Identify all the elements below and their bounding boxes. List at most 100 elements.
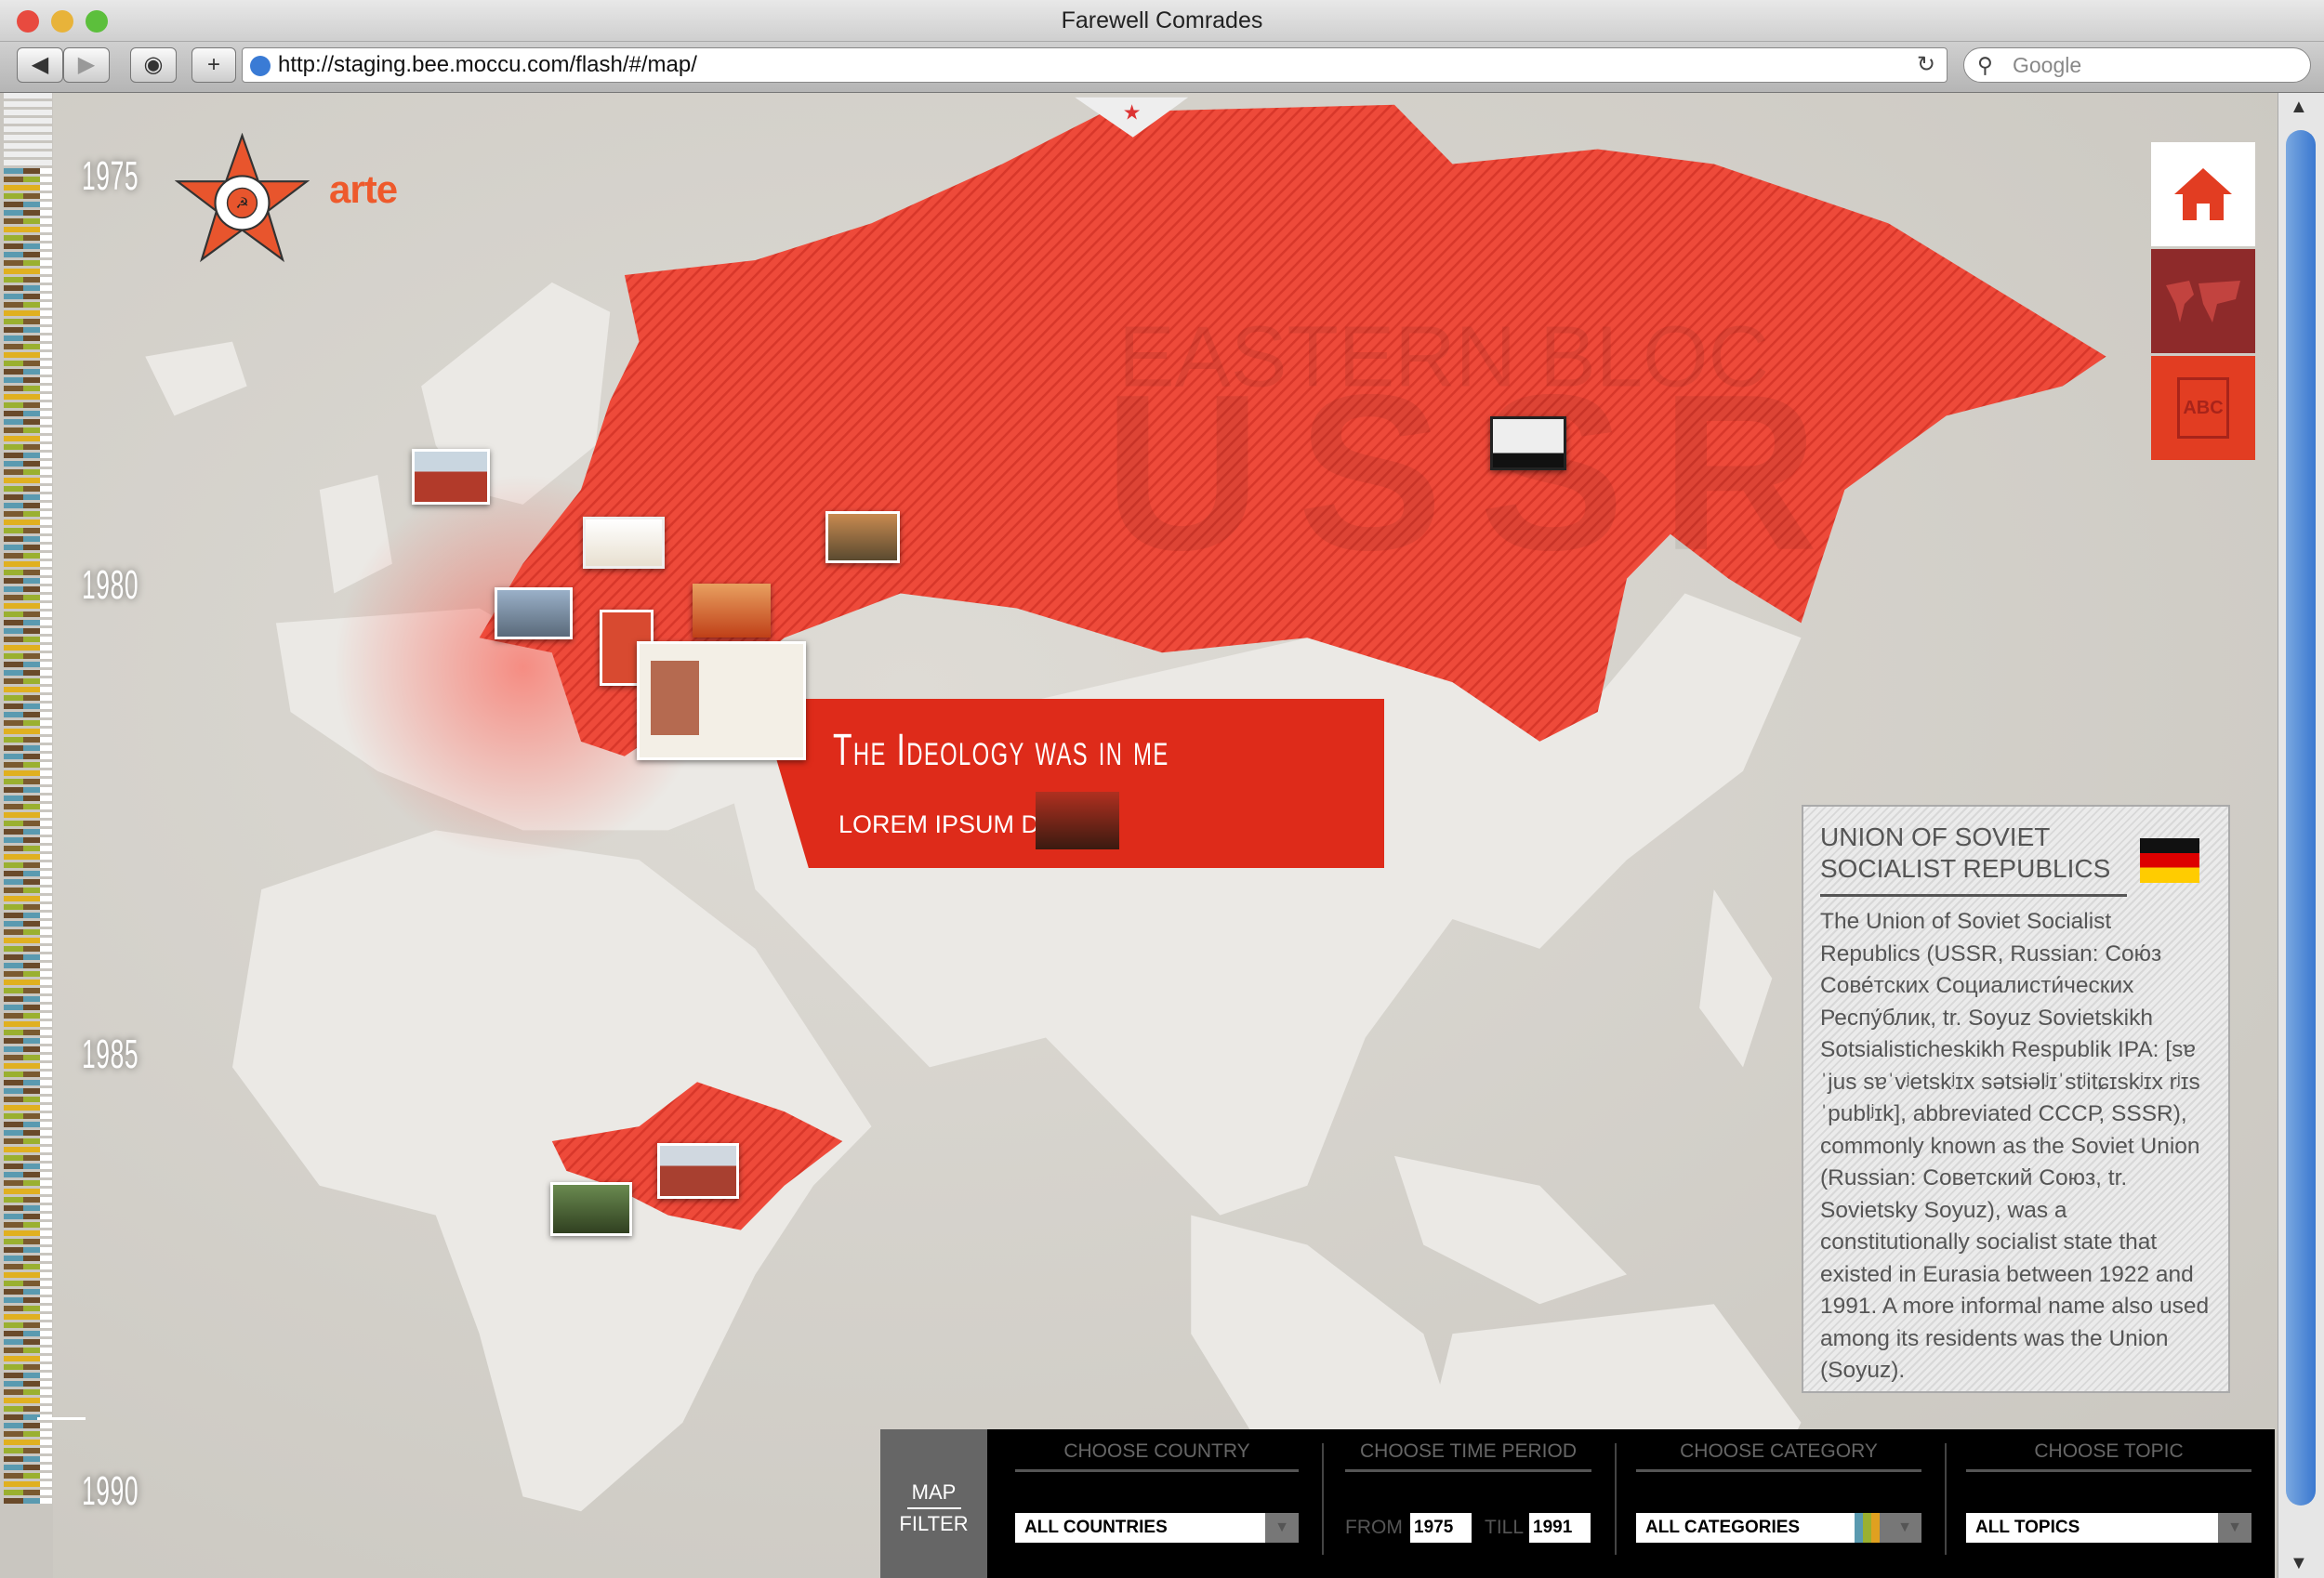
chevron-down-icon: ▼ xyxy=(2218,1513,2251,1543)
map-photo-marker[interactable] xyxy=(693,584,771,638)
timeline-entry xyxy=(4,177,52,182)
timeline-entry xyxy=(4,620,52,625)
timeline-entry xyxy=(4,561,52,567)
map-photo-marker[interactable] xyxy=(583,517,665,569)
timeline-entry xyxy=(4,427,52,433)
map-filter-tab[interactable]: MAP FILTER xyxy=(880,1429,987,1578)
search-icon: ⚲ xyxy=(1977,53,1993,77)
search-field[interactable]: ⚲ Google xyxy=(1963,47,2311,83)
timeline-entry xyxy=(4,93,52,99)
country-select[interactable]: ALL COUNTRIES ▼ xyxy=(1015,1513,1299,1543)
timeline-entry xyxy=(4,319,52,324)
featured-postcard-photo[interactable] xyxy=(637,641,806,760)
featured-story-banner[interactable]: The Ideology was in me LOREM IPSUM DOLOR xyxy=(759,699,1384,868)
timeline-entry xyxy=(4,453,52,458)
timeline-entry xyxy=(4,603,52,609)
timeline-entry xyxy=(4,1105,52,1111)
timeline-entry xyxy=(4,327,52,333)
timeline-entry xyxy=(4,829,52,835)
timeline-entry xyxy=(4,1448,52,1453)
scroll-down-arrow[interactable]: ▼ xyxy=(2290,1553,2308,1574)
timeline-entry xyxy=(4,1147,52,1152)
timeline-entry xyxy=(4,1189,52,1194)
chevron-down-icon: ▼ xyxy=(1265,1513,1299,1543)
timeline-entry xyxy=(4,1088,52,1094)
timeline-entry xyxy=(4,185,52,191)
timeline-entry xyxy=(4,461,52,467)
country-info-panel: UNION OF SOVIET SOCIALIST REPUBLICS The … xyxy=(1802,805,2230,1393)
timeline-entry xyxy=(4,411,52,416)
timeline-entry xyxy=(4,729,52,734)
topic-select-value: ALL TOPICS xyxy=(1975,1518,2080,1537)
timeline-entry xyxy=(4,1473,52,1479)
country-select-value: ALL COUNTRIES xyxy=(1024,1518,1168,1537)
timeline-entry xyxy=(4,252,52,257)
farewell-comrades-logo[interactable]: ☭ xyxy=(175,133,310,268)
map-photo-marker[interactable] xyxy=(657,1143,739,1199)
timeline-entry xyxy=(4,1180,52,1186)
back-button[interactable]: ◀ xyxy=(17,47,63,83)
timeline-entry xyxy=(4,1138,52,1144)
world-map-button[interactable] xyxy=(2151,249,2255,353)
timeline-entry xyxy=(4,854,52,860)
reload-icon[interactable]: ↻ xyxy=(1917,48,1935,82)
country-flag-icon xyxy=(2140,838,2199,883)
timeline-entry xyxy=(4,1113,52,1119)
timeline-entry xyxy=(4,235,52,241)
map-photo-marker[interactable] xyxy=(825,511,900,563)
timeline-scrubber[interactable] xyxy=(0,93,53,1578)
home-button[interactable] xyxy=(2151,142,2255,246)
from-year-input[interactable]: 1975 xyxy=(1410,1513,1472,1543)
timeline-entry xyxy=(4,553,52,559)
timeline-entry xyxy=(4,302,52,308)
timeline-entry xyxy=(4,1164,52,1169)
map-photo-marker[interactable] xyxy=(412,449,490,505)
timeline-entry xyxy=(4,101,52,107)
timeline-entry xyxy=(4,478,52,483)
timeline-entry xyxy=(4,536,52,542)
show-bookmarks-button[interactable]: ◉ xyxy=(130,47,177,83)
timeline-entry xyxy=(4,862,52,868)
till-year-input[interactable]: 1991 xyxy=(1529,1513,1591,1543)
timeline-entry xyxy=(4,745,52,751)
world-map-icon xyxy=(2166,280,2240,322)
timeline-entry xyxy=(4,444,52,450)
map-photo-marker[interactable] xyxy=(550,1182,632,1236)
timeline-entry xyxy=(4,1423,52,1428)
new-tab-button[interactable]: + xyxy=(191,47,236,83)
timeline-handle[interactable] xyxy=(37,1417,86,1420)
scroll-up-arrow[interactable]: ▲ xyxy=(2290,97,2308,118)
arte-logo[interactable]: arte xyxy=(329,167,398,212)
timeline-year: 1980 xyxy=(82,562,139,608)
address-bar[interactable]: http://staging.bee.moccu.com/flash/#/map… xyxy=(242,47,1948,83)
map-photo-marker[interactable] xyxy=(495,587,573,639)
timeline-entry xyxy=(4,1398,52,1403)
globe-icon xyxy=(250,56,271,76)
timeline-entry xyxy=(4,871,52,876)
timeline-entry xyxy=(4,821,52,826)
timeline-entry xyxy=(4,1348,52,1353)
timeline-entry xyxy=(4,996,52,1002)
abc-button[interactable]: ABC xyxy=(2151,356,2255,460)
country-filter: CHOOSE COUNTRY ALL COUNTRIES ▼ xyxy=(1015,1429,1299,1578)
timeline-entry xyxy=(4,1122,52,1127)
timeline-entry xyxy=(4,202,52,207)
abc-book-icon: ABC xyxy=(2177,377,2229,439)
timeline-entry xyxy=(4,578,52,584)
topic-select[interactable]: ALL TOPICS ▼ xyxy=(1966,1513,2251,1543)
forward-button[interactable]: ▶ xyxy=(63,47,110,83)
filter-tab-label-top: MAP xyxy=(906,1478,961,1509)
map-photo-marker[interactable] xyxy=(1490,416,1566,470)
timeline-entry xyxy=(4,1172,52,1177)
scrollbar-thumb[interactable] xyxy=(2286,130,2316,1506)
timeline-entry xyxy=(4,243,52,249)
window-titlebar: Farewell Comrades xyxy=(0,0,2324,42)
timeline-entry xyxy=(4,812,52,818)
vertical-scrollbar[interactable]: ▲ ▼ xyxy=(2278,93,2324,1578)
timeline-entry xyxy=(4,611,52,617)
timeline-entry xyxy=(4,118,52,124)
timeline-entry xyxy=(4,394,52,400)
category-select[interactable]: ALL CATEGORIES ▼ xyxy=(1636,1513,1921,1543)
timeline-entry xyxy=(4,151,52,157)
timeline-entry xyxy=(4,1389,52,1395)
